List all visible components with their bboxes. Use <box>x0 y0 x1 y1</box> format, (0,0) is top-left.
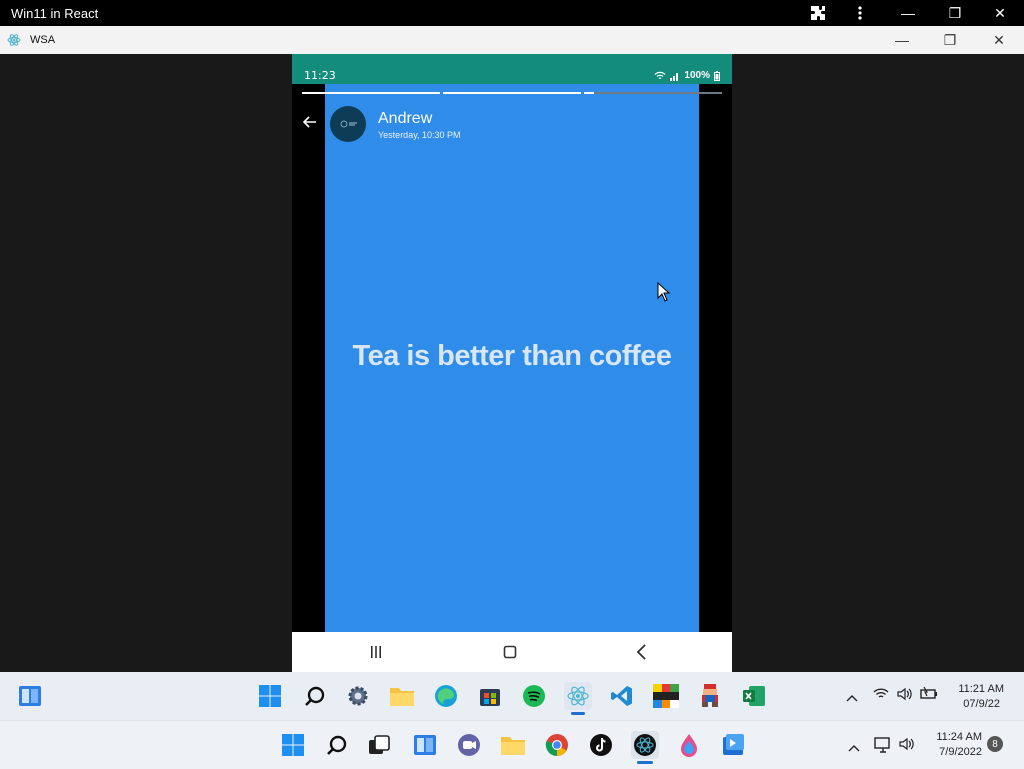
wsa-window-bar: WSA <box>0 26 1024 54</box>
nav-back-button[interactable] <box>622 640 662 664</box>
photos-app-icon[interactable] <box>719 731 747 759</box>
status-time: 11:23 <box>304 69 336 82</box>
home-button[interactable] <box>490 640 530 664</box>
battery-charging-icon[interactable] <box>920 686 938 705</box>
extensions-icon[interactable] <box>800 0 836 26</box>
host-file-explorer-icon[interactable] <box>499 731 527 759</box>
host-search-icon[interactable] <box>323 731 351 759</box>
start-icon[interactable] <box>256 682 284 710</box>
inner-taskbar: 11:21 AM 07/9/22 <box>0 672 1024 720</box>
file-explorer-icon[interactable] <box>388 682 416 710</box>
active-app-indicator <box>571 712 585 715</box>
cstimer-icon[interactable] <box>652 682 680 710</box>
host-widgets-icon[interactable] <box>411 731 439 759</box>
mouse-cursor-icon <box>657 281 671 302</box>
browser-close-button[interactable]: ✕ <box>982 0 1018 26</box>
story-progress-fill <box>584 92 594 94</box>
browser-restore-button[interactable]: ❐ <box>937 0 973 26</box>
task-view-icon[interactable] <box>365 731 393 759</box>
host-clock-date: 7/9/2022 <box>939 746 982 758</box>
widgets-icon[interactable] <box>16 682 44 710</box>
back-arrow-icon[interactable] <box>302 114 324 136</box>
status-bar: 11:23 100% <box>292 54 732 84</box>
story-text: Tea is better than coffee <box>352 340 672 372</box>
story-progress-segment-3 <box>584 92 722 94</box>
browser-title: Win11 in React <box>11 6 99 21</box>
inner-clock-time: 11:21 AM <box>958 683 1004 695</box>
android-nav-bar <box>292 632 732 672</box>
more-options-icon[interactable] <box>842 0 878 26</box>
browser-title-bar: Win11 in React — ❐ ✕ <box>0 0 1024 26</box>
status-icons: 100% <box>654 70 720 81</box>
contact-name: Andrew <box>378 110 433 127</box>
store-icon[interactable] <box>476 682 504 710</box>
inner-clock-date: 07/9/22 <box>963 698 1000 710</box>
browser-minimize-button[interactable]: — <box>890 0 926 26</box>
android-phone-screen: 11:23 100% Andrew Yesterday, 10:30 PM Te… <box>292 54 732 672</box>
paint-app-icon[interactable] <box>675 731 703 759</box>
edge-icon[interactable] <box>432 682 460 710</box>
teams-chat-icon[interactable] <box>455 731 483 759</box>
tiktok-icon[interactable] <box>587 731 615 759</box>
wifi-icon[interactable] <box>873 687 889 705</box>
react-app-icon[interactable] <box>564 682 592 710</box>
host-tray-caret-icon[interactable] <box>848 739 860 757</box>
host-wsa-app-icon[interactable] <box>631 731 659 759</box>
story-progress-segment-2 <box>443 92 581 94</box>
recent-apps-button[interactable] <box>356 640 396 664</box>
volume-icon[interactable] <box>897 687 913 706</box>
search-icon[interactable] <box>301 682 329 710</box>
tray-caret-icon[interactable] <box>846 689 858 707</box>
avatar[interactable] <box>330 106 366 142</box>
vscode-icon[interactable] <box>608 682 636 710</box>
wifi-icon <box>654 71 666 79</box>
settings-icon[interactable] <box>344 682 372 710</box>
wsa-restore-button[interactable]: ❐ <box>927 26 973 54</box>
host-clock-time: 11:24 AM <box>936 731 982 743</box>
mario-game-icon[interactable] <box>696 682 724 710</box>
spotify-icon[interactable] <box>520 682 548 710</box>
host-volume-icon[interactable] <box>899 737 915 756</box>
host-start-icon[interactable] <box>279 731 307 759</box>
signal-icon <box>670 72 679 81</box>
notification-badge[interactable]: 8 <box>987 736 1003 752</box>
wsa-window-title: WSA <box>30 34 56 46</box>
story-progress-segment-1 <box>302 92 440 94</box>
battery-icon <box>714 70 720 81</box>
wsa-minimize-button[interactable]: — <box>879 26 925 54</box>
excel-icon[interactable] <box>740 682 768 710</box>
wsa-app-icon <box>7 33 21 52</box>
wsa-close-button[interactable]: ✕ <box>976 26 1022 54</box>
host-active-app-indicator <box>637 761 653 764</box>
story-timestamp: Yesterday, 10:30 PM <box>378 130 461 140</box>
network-icon[interactable] <box>874 737 892 758</box>
host-taskbar: 11:24 AM 7/9/2022 8 <box>0 720 1024 769</box>
battery-percentage: 100% <box>684 70 710 81</box>
chrome-icon[interactable] <box>543 731 571 759</box>
